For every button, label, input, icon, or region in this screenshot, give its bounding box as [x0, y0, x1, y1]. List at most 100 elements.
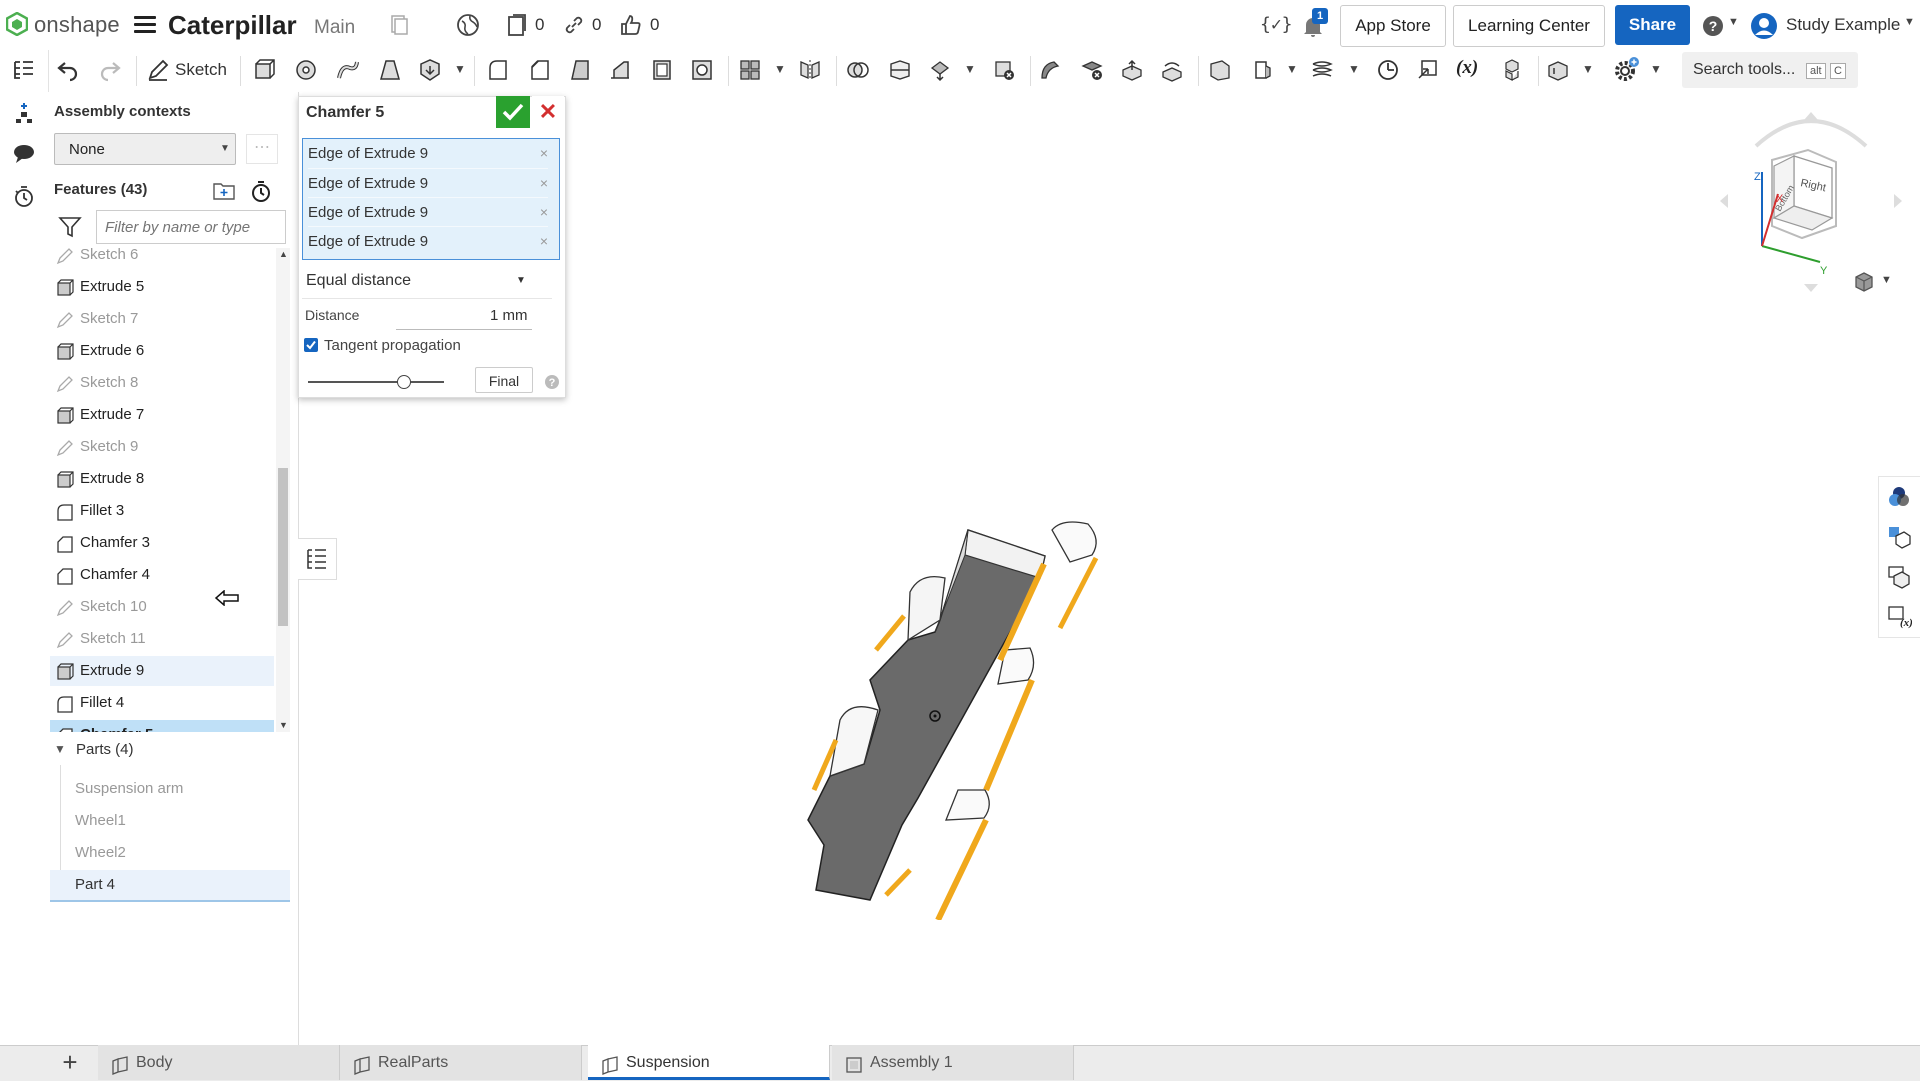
help-icon[interactable]: ?	[1702, 15, 1724, 37]
help-icon[interactable]: ?	[544, 374, 560, 390]
mirror-icon[interactable]	[798, 58, 822, 82]
extrude-icon[interactable]	[252, 58, 276, 82]
undo-icon[interactable]	[56, 58, 80, 82]
final-button[interactable]: Final	[475, 367, 533, 393]
versions-icon[interactable]	[506, 13, 528, 37]
feature-row[interactable]: Sketch 10	[50, 592, 274, 622]
sketch-button[interactable]: Sketch	[175, 60, 227, 80]
3d-model-suspension[interactable]	[800, 500, 1120, 920]
modify-fillet-icon[interactable]	[1038, 58, 1062, 82]
history-icon[interactable]	[12, 185, 36, 209]
feature-row[interactable]: Fillet 3	[50, 496, 274, 526]
parts-heading[interactable]: Parts (4)	[76, 741, 134, 758]
remove-edge-icon[interactable]: ×	[540, 139, 548, 168]
feature-row[interactable]: Sketch 6	[50, 248, 274, 270]
tangent-propagation-label[interactable]: Tangent propagation	[324, 337, 461, 354]
rollback-timer-icon[interactable]	[250, 179, 272, 203]
checkbox-check-icon[interactable]	[306, 340, 316, 350]
link-icon[interactable]	[563, 14, 585, 36]
like-icon[interactable]	[619, 13, 643, 37]
replace-face-icon[interactable]	[1160, 58, 1184, 82]
chevron-down-icon[interactable]: ▼	[964, 62, 976, 76]
search-tools-label[interactable]: Search tools...	[1693, 61, 1795, 79]
chevron-down-icon[interactable]: ▼	[1582, 62, 1594, 76]
part-item[interactable]: Wheel1	[50, 806, 290, 836]
chevron-down-icon[interactable]: ▼	[1650, 62, 1662, 76]
pattern-icon[interactable]	[738, 58, 762, 82]
feature-row[interactable]: Fillet 4	[50, 688, 274, 718]
feature-row[interactable]: Extrude 9	[50, 656, 274, 686]
feature-filter-input[interactable]	[96, 210, 286, 244]
insert-icon[interactable]	[12, 101, 36, 125]
measure-icon[interactable]	[1376, 58, 1400, 82]
fillet-icon[interactable]	[486, 58, 510, 82]
helix-icon[interactable]	[1310, 58, 1334, 82]
comment-icon[interactable]	[12, 143, 36, 165]
view-orientation-cube-icon[interactable]	[1852, 270, 1876, 294]
select-chevron-down-icon[interactable]: ▼	[220, 143, 230, 154]
transform-icon[interactable]	[928, 58, 952, 82]
preview-slider-track[interactable]	[308, 381, 444, 383]
mass-properties-icon[interactable]	[1886, 524, 1912, 550]
variable-icon[interactable]: (x)	[1456, 57, 1478, 79]
chevron-down-icon[interactable]: ▼	[1286, 62, 1298, 76]
scroll-up-icon[interactable]: ▲	[279, 249, 288, 259]
app-store-button[interactable]: App Store	[1340, 5, 1446, 47]
tab-suspension[interactable]: Suspension	[588, 1045, 830, 1080]
loft-icon[interactable]	[378, 58, 402, 82]
remove-edge-icon[interactable]: ×	[540, 227, 548, 256]
scroll-down-icon[interactable]: ▼	[279, 720, 288, 730]
feature-scrollbar-thumb[interactable]	[278, 468, 288, 626]
user-chevron-down-icon[interactable]: ▼	[1904, 16, 1915, 28]
document-title[interactable]: Caterpillar	[168, 10, 297, 41]
redo-icon[interactable]	[98, 58, 122, 82]
view-cube[interactable]: Right Bottom Z Y X	[1716, 106, 1906, 296]
part-item[interactable]: Suspension arm	[50, 774, 290, 804]
revolve-icon[interactable]	[294, 58, 318, 82]
move-face-icon[interactable]	[1120, 58, 1144, 82]
user-name[interactable]: Study Example	[1786, 15, 1900, 35]
delete-face-icon[interactable]	[1080, 58, 1104, 82]
part-item[interactable]: Wheel2	[50, 838, 290, 868]
edge-selection-item[interactable]: Edge of Extrude 9 ×	[308, 168, 548, 198]
feature-row[interactable]: Chamfer 5	[50, 720, 274, 732]
parts-chevron-down-icon[interactable]: ▼	[54, 742, 66, 756]
tab-assembly-1[interactable]: Assembly 1	[832, 1045, 1074, 1080]
thicken-icon[interactable]	[418, 58, 442, 82]
sketch-pencil-icon[interactable]	[146, 58, 170, 82]
chevron-down-icon[interactable]: ▼	[774, 62, 786, 76]
feature-row[interactable]: Sketch 9	[50, 432, 274, 462]
filter-icon[interactable]	[58, 216, 82, 238]
hole-icon[interactable]	[690, 58, 714, 82]
feature-row[interactable]: Extrude 5	[50, 272, 274, 302]
feature-list-toggle-icon[interactable]	[306, 546, 328, 570]
shell-icon[interactable]	[650, 58, 674, 82]
tab-body[interactable]: Body	[98, 1045, 340, 1080]
feature-row[interactable]: Sketch 11	[50, 624, 274, 654]
feature-row[interactable]: Sketch 7	[50, 304, 274, 334]
gear-icon[interactable]	[1612, 56, 1640, 84]
distance-input[interactable]: 1 mm	[490, 307, 528, 324]
help-chevron-down-icon[interactable]: ▼	[1728, 16, 1739, 28]
feature-list-icon[interactable]	[12, 58, 36, 82]
globe-icon[interactable]	[456, 13, 480, 37]
draft-icon[interactable]	[568, 58, 592, 82]
rollback-bar-arrow-icon[interactable]	[214, 590, 240, 606]
branch-name[interactable]: Main	[314, 17, 355, 39]
remove-edge-icon[interactable]: ×	[540, 198, 548, 227]
configurations-icon[interactable]	[1886, 564, 1912, 590]
cancel-button[interactable]: ✕	[532, 96, 564, 128]
chevron-down-icon[interactable]: ▼	[1348, 62, 1360, 76]
part-item[interactable]: Part 4	[50, 870, 290, 902]
menu-icon[interactable]	[134, 16, 156, 34]
split-icon[interactable]	[888, 58, 912, 82]
chamfer-type-chevron-down-icon[interactable]: ▼	[516, 275, 526, 286]
edge-selection-item[interactable]: Edge of Extrude 9 ×	[308, 139, 548, 168]
mate-connector-icon[interactable]	[1250, 58, 1274, 82]
sheet-metal-icon[interactable]	[1546, 58, 1570, 82]
feature-row[interactable]: Chamfer 3	[50, 528, 274, 558]
share-button[interactable]: Share	[1615, 5, 1690, 45]
delete-part-icon[interactable]	[992, 58, 1016, 82]
add-folder-icon[interactable]	[212, 180, 236, 202]
brand-name[interactable]: onshape	[34, 12, 120, 38]
